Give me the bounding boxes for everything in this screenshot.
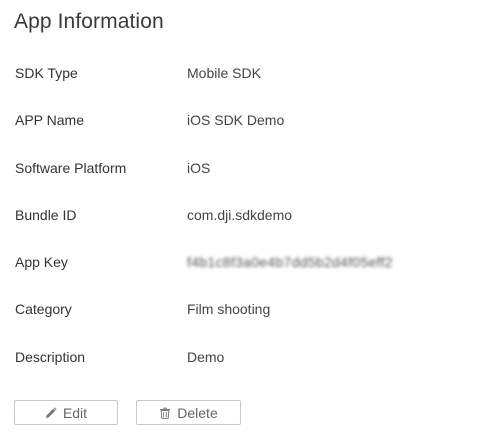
app-key-value-redacted: f4b1c8f3a0e4b7dd5b2d4f05eff2 [187,254,393,271]
category-value: Film shooting [187,301,271,318]
app-key-label: App Key [15,254,68,271]
delete-button[interactable]: Delete [136,400,241,425]
app-name-value: iOS SDK Demo [187,112,285,129]
bundle-id-value: com.dji.sdkdemo [187,206,293,223]
bundle-id-label: Bundle ID [15,206,77,223]
description-value: Demo [187,348,225,365]
info-row-software-platform: Software Platform iOS [15,152,475,199]
software-platform-value: iOS [187,159,211,176]
category-label: Category [15,301,72,318]
page-title: App Information [14,10,164,33]
delete-button-label: Delete [177,404,218,421]
info-row-app-key: App Key f4b1c8f3a0e4b7dd5b2d4f05eff2 [15,246,475,293]
sdk-type-value: Mobile SDK [187,65,261,81]
edit-button[interactable]: Edit [14,400,118,425]
info-row-sdk-type: SDK Type Mobile SDK [15,57,475,104]
description-label: Description [15,348,86,365]
info-row-category: Category Film shooting [15,293,475,340]
info-row-bundle-id: Bundle ID com.dji.sdkdemo [15,199,475,246]
info-row-description: Description Demo [15,341,475,388]
software-platform-label: Software Platform [15,159,127,176]
sdk-type-label: SDK Type [15,65,78,81]
trash-icon [159,407,171,419]
pencil-icon [45,406,57,419]
action-buttons: Edit Delete [14,400,241,425]
app-info-list: SDK Type Mobile SDK APP Name iOS SDK Dem… [15,57,475,388]
info-row-app-name: APP Name iOS SDK Demo [15,104,475,151]
edit-button-label: Edit [62,404,88,421]
app-name-label: APP Name [15,112,84,129]
